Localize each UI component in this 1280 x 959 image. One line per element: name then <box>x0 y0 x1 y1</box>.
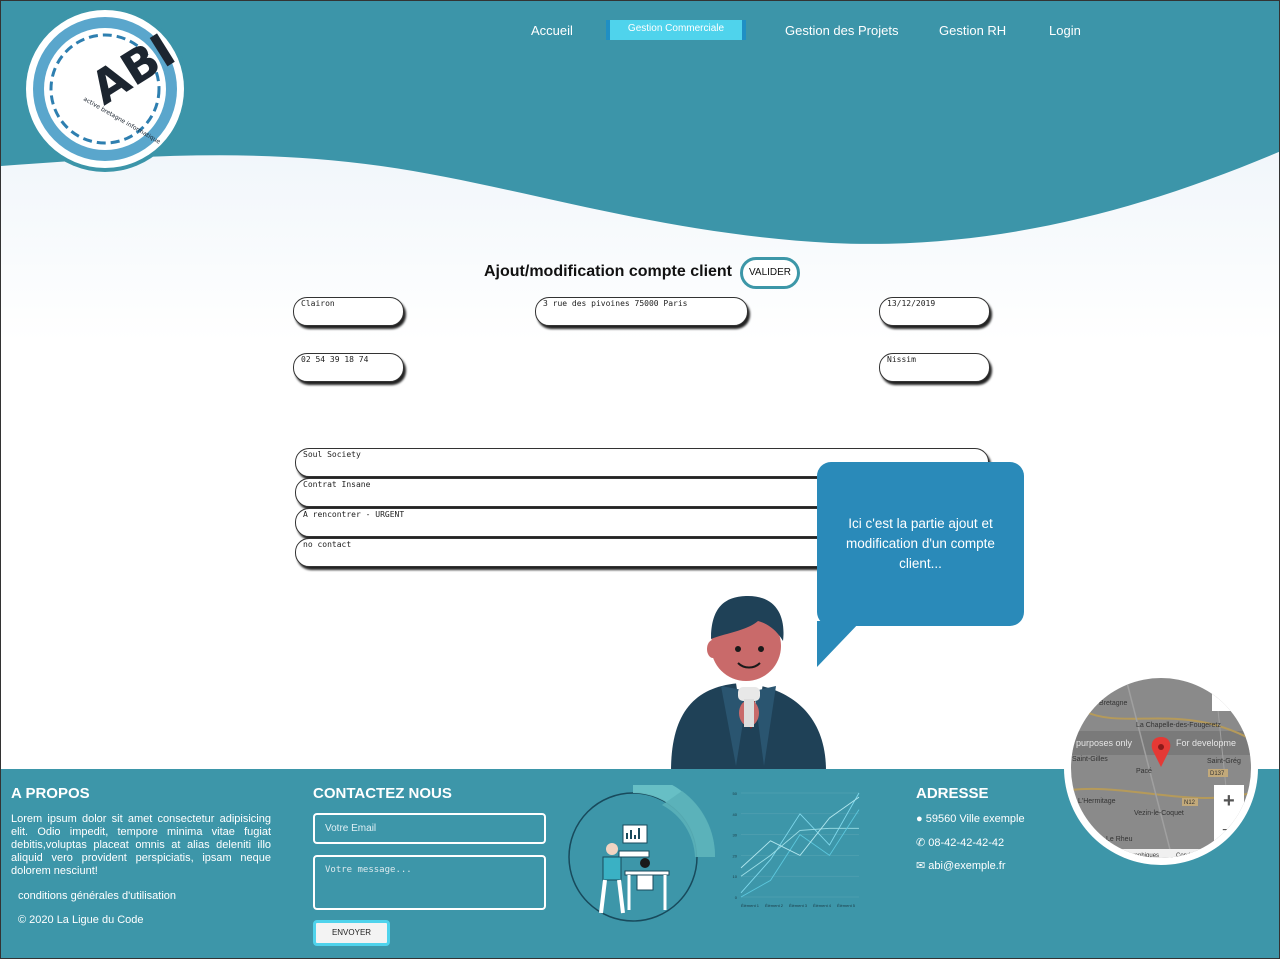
chart-y-tick-label: 30 <box>733 833 738 838</box>
chart-y-ticks: 0 10 20 30 40 50 <box>733 791 738 900</box>
nav-login[interactable]: Login <box>1049 23 1081 38</box>
terms-link[interactable]: conditions générales d'utilisation <box>18 890 176 903</box>
contact-title: CONTACTEZ NOUS <box>313 785 452 802</box>
client-date-field[interactable]: 13/12/2019 <box>879 297 990 326</box>
client-name-field[interactable]: Clairon <box>293 297 404 326</box>
valider-button[interactable]: VALIDER <box>740 257 800 289</box>
map-label-chapelle: La Chapelle-des-Fougeretz <box>1136 722 1221 729</box>
adresse-title: ADRESSE <box>916 785 989 802</box>
map-road-d137: D137 <box>1210 771 1225 777</box>
chart-y-tick-label: 20 <box>733 853 738 858</box>
chart-y-tick-label: 40 <box>733 812 738 817</box>
map-label-saint-gilles: Saint-Gilles <box>1072 756 1108 763</box>
chart-series-line <box>740 792 860 894</box>
chart-grid <box>741 792 859 898</box>
chart-series-line <box>740 809 860 898</box>
analytics-illustration <box>568 785 716 922</box>
nav-accueil[interactable]: Accueil <box>531 23 573 38</box>
map-label-le-rheu: Le Rheu <box>1106 836 1133 843</box>
speech-bubble-text: Ici c'est la partie ajout et modificatio… <box>846 516 995 571</box>
nav-gestion-projets[interactable]: Gestion des Projets <box>785 23 898 38</box>
address-email-text: abi@exemple.fr <box>928 860 1006 872</box>
map-label-hermitage: L'Hermitage <box>1078 798 1116 805</box>
page: ABI active bretagne informatique Accueil… <box>0 0 1280 959</box>
map-label-pace: Pacé <box>1136 768 1152 775</box>
map-view[interactable]: Bretagne La Chapelle-des-Fougeretz purpo… <box>1064 671 1258 865</box>
speech-bubble: Ici c'est la partie ajout et modificatio… <box>817 462 1024 626</box>
map-label-vezin: Vezin-le-Coquet <box>1134 810 1184 817</box>
map-label-saint-gregoire: Saint-Grég <box>1207 758 1241 765</box>
address-email: ✉ abi@exemple.fr <box>916 859 1005 872</box>
client-phone-field[interactable]: 02 54 39 18 74 <box>293 353 404 382</box>
chart-x-tick-label: Élément 2 <box>765 903 784 908</box>
address-phone: ✆ 08-42-42-42-42 <box>916 836 1004 849</box>
nav-gestion-rh[interactable]: Gestion RH <box>939 23 1006 38</box>
map-watermark-left: purposes only <box>1076 738 1133 748</box>
map-watermark-right: For developme <box>1176 738 1236 748</box>
message-textarea[interactable]: Votre message... <box>313 855 546 910</box>
address-city: ● 59560 Ville exemple <box>916 813 1025 825</box>
envoyer-button[interactable]: ENVOYER <box>313 920 390 946</box>
chart-x-tick-label: Élément 4 <box>813 903 832 908</box>
map-terms-link[interactable]: Cond <box>1176 853 1190 859</box>
chart-x-tick-label: Élément 3 <box>789 903 808 908</box>
about-text: Lorem ipsum dolor sit amet consectetur a… <box>11 813 271 877</box>
chart-y-tick-label: 50 <box>733 791 738 796</box>
chart-x-tick-label: Élément 5 <box>837 903 856 908</box>
line-chart: 01020304050 Élément 1 Élément 2 Élément 3É… <box>733 791 860 908</box>
chart-y-tick-label: 0 <box>735 895 738 900</box>
map-attribution: ographiques <box>1126 853 1159 859</box>
map-label-bretagne: Bretagne <box>1099 700 1128 707</box>
businessman-illustration <box>671 596 826 771</box>
client-contact-field[interactable]: Nissim <box>879 353 990 382</box>
map-zoom-out-button[interactable] <box>1214 815 1244 845</box>
map-pin-icon: ● <box>916 813 923 825</box>
nav-gestion-commerciale[interactable]: Gestion Commerciale <box>606 20 746 40</box>
chart-y-tick-label: 10 <box>733 874 738 879</box>
map-widget[interactable]: Bretagne La Chapelle-des-Fougeretz purpo… <box>1064 671 1258 865</box>
envelope-icon: ✉ <box>916 860 926 872</box>
chart-series-line <box>740 796 860 869</box>
about-title: A PROPOS <box>11 785 90 802</box>
map-zoom-out-label: − <box>1222 822 1231 839</box>
chart-x-tick-label: Élément 1 <box>741 903 760 908</box>
client-address-field[interactable]: 3 rue des pivoines 75000 Paris <box>535 297 748 326</box>
copyright: © 2020 La Ligue du Code <box>18 914 144 926</box>
map-zoom-in-label: + <box>1223 790 1235 812</box>
map-road-n12: N12 <box>1184 800 1196 806</box>
address-phone-text: 08-42-42-42-42 <box>928 837 1005 849</box>
chart-lines <box>740 792 860 898</box>
address-city-text: 59560 Ville exemple <box>925 813 1025 825</box>
main-nav: Accueil Gestion Commerciale Gestion des … <box>1 1 1279 61</box>
chart-series-line <box>740 827 859 877</box>
page-title: Ajout/modification compte client <box>484 263 733 280</box>
phone-icon: ✆ <box>916 837 926 849</box>
chart-x-ticks: Élément 1 Élément 2 Élément 3 Élément 4 Élém… <box>741 903 856 908</box>
email-input[interactable]: Votre Email <box>313 813 546 844</box>
